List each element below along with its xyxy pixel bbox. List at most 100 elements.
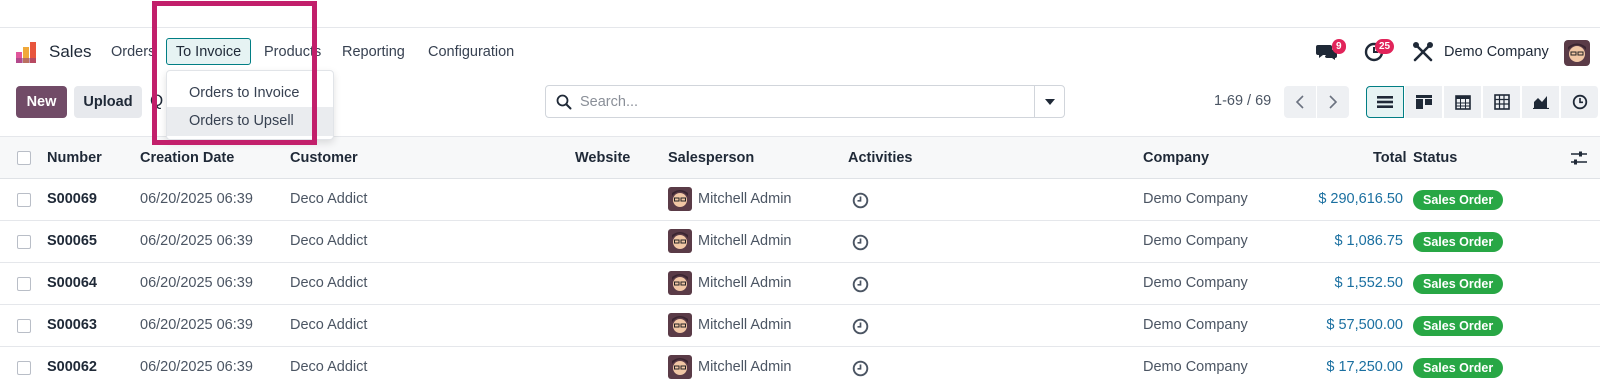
salesperson-avatar[interactable] — [668, 313, 692, 337]
order-total: $ 290,616.50 — [1318, 191, 1403, 207]
search-options-toggle[interactable] — [1034, 86, 1064, 117]
pager-previous-button[interactable] — [1284, 86, 1316, 118]
status-badge: Sales Order — [1413, 190, 1504, 210]
status-badge: Sales Order — [1413, 274, 1504, 294]
upload-button[interactable]: Upload — [74, 86, 142, 118]
app-name[interactable]: Sales — [49, 42, 92, 62]
salesperson: Mitchell Admin — [698, 191, 792, 207]
table-row[interactable]: S00064 06/20/2025 06:39 Deco Addict Mitc… — [0, 263, 1600, 305]
kanban-view-icon — [1415, 95, 1432, 109]
salesperson-avatar[interactable] — [668, 271, 692, 295]
select-all-checkbox[interactable] — [17, 151, 31, 165]
order-total: $ 17,250.00 — [1326, 359, 1403, 375]
pager-value[interactable]: 1-69 / 69 — [1214, 93, 1271, 109]
menu-reporting[interactable]: Reporting — [342, 44, 405, 60]
caret-down-icon — [1044, 98, 1055, 105]
order-total: $ 1,086.75 — [1334, 233, 1403, 249]
activity-clock-icon[interactable] — [852, 192, 869, 209]
main-navbar: Sales Orders To Invoice Products Reporti… — [0, 28, 1600, 76]
column-number[interactable]: Number — [47, 150, 102, 166]
calendar-view-icon — [1454, 95, 1471, 110]
pivot-view-icon — [1493, 94, 1510, 110]
table-row[interactable]: S00065 06/20/2025 06:39 Deco Addict Mitc… — [0, 221, 1600, 263]
order-number: S00064 — [47, 275, 97, 291]
company-switcher[interactable]: Demo Company — [1444, 44, 1549, 60]
company: Demo Company — [1143, 233, 1248, 249]
salesperson: Mitchell Admin — [698, 359, 792, 375]
company: Demo Company — [1143, 275, 1248, 291]
activity-clock-icon[interactable] — [852, 318, 869, 335]
customer: Deco Addict — [290, 359, 368, 375]
menu-orders-to-upsell[interactable]: Orders to Upsell — [167, 107, 333, 136]
table-header: Number Creation Date Customer Website Sa… — [0, 136, 1600, 179]
calendar-view-button[interactable] — [1444, 86, 1482, 118]
column-total[interactable]: Total — [1373, 150, 1407, 166]
order-number: S00062 — [47, 359, 97, 375]
salesperson-avatar[interactable] — [668, 187, 692, 211]
customer: Deco Addict — [290, 191, 368, 207]
column-website[interactable]: Website — [575, 150, 630, 166]
status-badge: Sales Order — [1413, 316, 1504, 336]
creation-date: 06/20/2025 06:39 — [140, 275, 253, 291]
activities-badge: 25 — [1375, 39, 1395, 54]
customer: Deco Addict — [290, 317, 368, 333]
chevron-left-icon — [1295, 95, 1304, 109]
salesperson: Mitchell Admin — [698, 275, 792, 291]
menu-to-invoice[interactable]: To Invoice — [166, 38, 251, 65]
creation-date: 06/20/2025 06:39 — [140, 191, 253, 207]
column-customer[interactable]: Customer — [290, 150, 358, 166]
activity-clock-icon[interactable] — [852, 276, 869, 293]
new-button[interactable]: New — [16, 86, 67, 118]
customer: Deco Addict — [290, 275, 368, 291]
status-badge: Sales Order — [1413, 232, 1504, 252]
company: Demo Company — [1143, 191, 1248, 207]
pager-next-button[interactable] — [1317, 86, 1349, 118]
list-view-button[interactable] — [1366, 86, 1404, 118]
salesperson-avatar[interactable] — [668, 229, 692, 253]
column-status[interactable]: Status — [1413, 150, 1457, 166]
row-checkbox[interactable] — [17, 277, 31, 291]
order-total: $ 1,552.50 — [1334, 275, 1403, 291]
list-view-icon — [1377, 96, 1393, 108]
search-input[interactable] — [580, 87, 1020, 116]
row-checkbox[interactable] — [17, 235, 31, 249]
menu-orders[interactable]: Orders — [111, 44, 155, 60]
optional-columns-icon[interactable] — [1570, 150, 1588, 166]
order-number: S00065 — [47, 233, 97, 249]
kanban-view-button[interactable] — [1405, 86, 1443, 118]
row-checkbox[interactable] — [17, 193, 31, 207]
salesperson: Mitchell Admin — [698, 233, 792, 249]
column-activities[interactable]: Activities — [848, 150, 912, 166]
column-company[interactable]: Company — [1143, 150, 1209, 166]
salesperson: Mitchell Admin — [698, 317, 792, 333]
activity-clock-icon[interactable] — [852, 234, 869, 251]
activity-clock-icon[interactable] — [852, 360, 869, 377]
user-avatar[interactable] — [1564, 40, 1590, 66]
status-badge: Sales Order — [1413, 358, 1504, 378]
messages-badge: 9 — [1332, 39, 1346, 54]
salesperson-avatar[interactable] — [668, 355, 692, 379]
order-number: S00063 — [47, 317, 97, 333]
graph-view-button[interactable] — [1522, 86, 1560, 118]
company: Demo Company — [1143, 359, 1248, 375]
tools-icon[interactable] — [1412, 41, 1434, 63]
row-checkbox[interactable] — [17, 319, 31, 333]
creation-date: 06/20/2025 06:39 — [140, 233, 253, 249]
to-invoice-dropdown: Orders to Invoice Orders to Upsell — [166, 70, 334, 140]
pivot-view-button[interactable] — [1483, 86, 1521, 118]
table-row[interactable]: S00069 06/20/2025 06:39 Deco Addict Mitc… — [0, 179, 1600, 221]
area-chart-icon — [1532, 96, 1549, 109]
breadcrumb: Quotations — [150, 91, 164, 110]
table-row[interactable]: S00063 06/20/2025 06:39 Deco Addict Mitc… — [0, 305, 1600, 347]
table-row[interactable]: S00062 06/20/2025 06:39 Deco Addict Mitc… — [0, 347, 1600, 383]
menu-orders-to-invoice[interactable]: Orders to Invoice — [167, 79, 333, 108]
order-total: $ 57,500.00 — [1326, 317, 1403, 333]
menu-configuration[interactable]: Configuration — [428, 44, 514, 60]
creation-date: 06/20/2025 06:39 — [140, 359, 253, 375]
row-checkbox[interactable] — [17, 361, 31, 375]
activity-view-button[interactable] — [1561, 86, 1599, 118]
column-creation-date[interactable]: Creation Date — [140, 150, 234, 166]
sales-app-icon[interactable] — [15, 40, 39, 64]
column-salesperson[interactable]: Salesperson — [668, 150, 754, 166]
menu-products[interactable]: Products — [264, 44, 321, 60]
